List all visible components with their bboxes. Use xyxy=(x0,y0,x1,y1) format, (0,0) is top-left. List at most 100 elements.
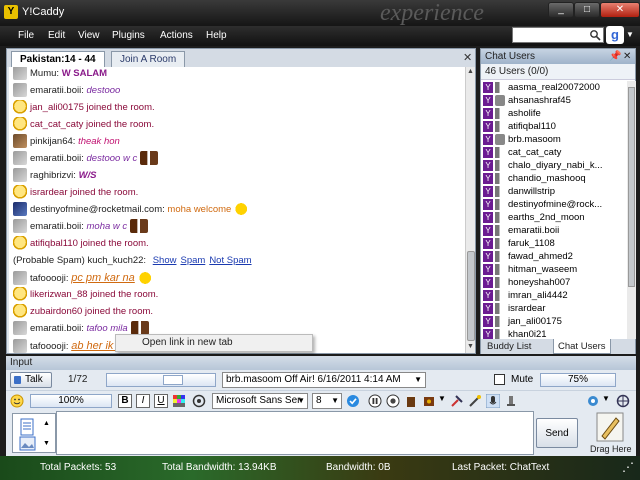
user-avatar[interactable] xyxy=(13,219,27,234)
resize-grip-icon[interactable]: ⋰ xyxy=(622,460,634,474)
user-list-item[interactable]: Yatifiqbal110 xyxy=(483,120,556,133)
user-avatar[interactable] xyxy=(13,151,27,166)
bold-button[interactable]: B xyxy=(118,394,132,408)
message-nick[interactable]: tafooooji: xyxy=(30,341,69,352)
user-list-item[interactable]: Ybrb.masoom xyxy=(483,133,561,146)
maximize-button[interactable]: □ xyxy=(574,2,600,18)
tools-icon[interactable] xyxy=(450,394,464,408)
message-nick[interactable]: emaratii.boii: xyxy=(30,153,84,164)
send-button[interactable]: Send xyxy=(536,418,578,448)
user-list-scrollbar[interactable] xyxy=(627,81,636,339)
user-list-item[interactable]: Yisrardear xyxy=(483,302,546,315)
menu-help[interactable]: Help xyxy=(206,30,227,41)
user-list-item[interactable]: Ykhan0i21 xyxy=(483,328,547,339)
menu-plugins[interactable]: Plugins xyxy=(112,30,145,41)
message-nick[interactable]: tafooooji: xyxy=(30,273,69,284)
spam-spam-link[interactable]: Spam xyxy=(180,255,205,266)
user-list-item[interactable]: Yhitman_waseem xyxy=(483,263,577,276)
user-list-item[interactable]: Yfawad_ahmed2 xyxy=(483,250,573,263)
track-knob[interactable] xyxy=(163,375,183,385)
underline-button[interactable]: U xyxy=(154,394,168,408)
chevron-down-icon[interactable]: ▼ xyxy=(626,30,634,39)
user-list-item[interactable]: Yfaruk_1108 xyxy=(483,237,555,250)
user-list-item[interactable]: Yahsanashraf45 xyxy=(483,94,571,107)
message-nick[interactable]: raghibrizvi: xyxy=(30,170,76,181)
user-list-item[interactable]: Yhoneyshah007 xyxy=(483,276,570,289)
font-select[interactable]: Microsoft Sans Ser ▼ xyxy=(212,393,308,409)
close-tab-icon[interactable]: ✕ xyxy=(463,51,472,64)
smiley-icon[interactable] xyxy=(10,394,24,408)
scrollbar-thumb[interactable] xyxy=(628,87,635,287)
record-icon[interactable] xyxy=(386,394,400,408)
font-size-select[interactable]: 8 ▼ xyxy=(312,393,342,409)
message-nick[interactable]: pinkijan64: xyxy=(30,136,75,147)
search-input[interactable] xyxy=(513,28,587,42)
user-avatar[interactable] xyxy=(13,321,27,336)
menu-file[interactable]: File xyxy=(18,30,34,41)
message-nick[interactable]: (Probable Spam) kuch_kuch22: xyxy=(13,255,146,266)
tab-chat-users[interactable]: Chat Users xyxy=(553,339,611,354)
user-list-item[interactable]: Yaasma_real20072000 xyxy=(483,81,600,94)
microphone-icon[interactable] xyxy=(486,394,500,408)
user-list-item[interactable]: Yimran_ali4442 xyxy=(483,289,568,302)
user-list-item[interactable]: Yemaratii.boii xyxy=(483,224,559,237)
document-icon[interactable] xyxy=(19,418,37,436)
message-nick[interactable]: emaratii.boii: xyxy=(30,221,84,232)
context-menu-open-link[interactable]: Open link in new tab xyxy=(115,334,313,352)
message-nick[interactable]: emaratii.boii: xyxy=(30,323,84,334)
color-palette-icon[interactable] xyxy=(172,394,186,408)
message-nick[interactable]: Mumu: xyxy=(30,68,59,79)
tab-join-room[interactable]: Join A Room xyxy=(111,51,186,67)
scroll-down-icon[interactable]: ▼ xyxy=(43,440,50,447)
talk-button[interactable]: Talk xyxy=(10,372,52,388)
user-list-item[interactable]: Ycat_cat_caty xyxy=(483,146,561,159)
user-list-item[interactable]: Yjan_ali00175 xyxy=(483,315,562,328)
user-list-item[interactable]: Ydestinyofmine@rock... xyxy=(483,198,602,211)
chat-scrollbar[interactable]: ▲ ▼ xyxy=(465,67,475,353)
minimize-button[interactable]: _ xyxy=(548,2,574,18)
close-button[interactable]: ✕ xyxy=(600,2,640,18)
lamp-icon[interactable] xyxy=(504,394,518,408)
tab-pakistan-room[interactable]: Pakistan:14 - 44 xyxy=(11,51,105,67)
user-list-item[interactable]: Yasholife xyxy=(483,107,541,120)
volume-bar[interactable]: 75% xyxy=(540,373,616,387)
picture-icon[interactable] xyxy=(19,436,37,452)
scrollbar-thumb[interactable] xyxy=(467,251,475,341)
buzz-icon[interactable] xyxy=(422,394,436,408)
search-icon[interactable] xyxy=(589,29,601,41)
user-list-item[interactable]: Ychandio_mashooq xyxy=(483,172,586,185)
italic-button[interactable]: I xyxy=(136,394,150,408)
pause-icon[interactable] xyxy=(368,394,382,408)
status-message-select[interactable]: brb.masoom Off Air! 6/16/2011 4:14 AM ▼ xyxy=(222,372,426,388)
user-avatar[interactable] xyxy=(13,168,27,183)
user-avatar[interactable] xyxy=(13,271,27,286)
google-search-icon[interactable]: g xyxy=(606,26,624,44)
menu-actions[interactable]: Actions xyxy=(160,30,193,41)
chevron-down-icon[interactable]: ▼ xyxy=(602,394,616,408)
drink-icon[interactable] xyxy=(404,394,418,408)
drag-here-area[interactable]: Drag Here xyxy=(584,410,634,456)
menu-edit[interactable]: Edit xyxy=(48,30,65,41)
magic-wand-icon[interactable] xyxy=(468,394,482,408)
check-icon[interactable] xyxy=(346,394,360,408)
user-avatar[interactable] xyxy=(13,134,27,149)
style-icon[interactable] xyxy=(192,394,206,408)
user-list-item[interactable]: Ychalo_diyary_nabi_k... xyxy=(483,159,603,172)
scroll-up-icon[interactable]: ▲ xyxy=(467,68,474,75)
voice-level-track[interactable] xyxy=(106,373,216,387)
menu-view[interactable]: View xyxy=(78,30,100,41)
user-avatar[interactable] xyxy=(13,83,27,98)
pin-icon[interactable]: 📌 xyxy=(609,49,621,64)
close-panel-icon[interactable]: ✕ xyxy=(623,49,631,64)
message-input[interactable] xyxy=(56,411,534,455)
user-avatar[interactable] xyxy=(13,339,27,353)
message-nick[interactable]: destinyofmine@rocketmail.com: xyxy=(30,204,165,215)
user-avatar[interactable] xyxy=(13,67,27,81)
zoom-bar[interactable]: 100% xyxy=(30,394,112,408)
settings-icon[interactable] xyxy=(616,394,630,408)
spam-not-spam-link[interactable]: Not Spam xyxy=(209,255,251,266)
user-avatar[interactable] xyxy=(13,202,27,217)
tab-buddy-list[interactable]: Buddy List xyxy=(483,339,535,354)
user-list-item[interactable]: Ydanwillstrip xyxy=(483,185,555,198)
user-list-item[interactable]: Yearths_2nd_moon xyxy=(483,211,585,224)
